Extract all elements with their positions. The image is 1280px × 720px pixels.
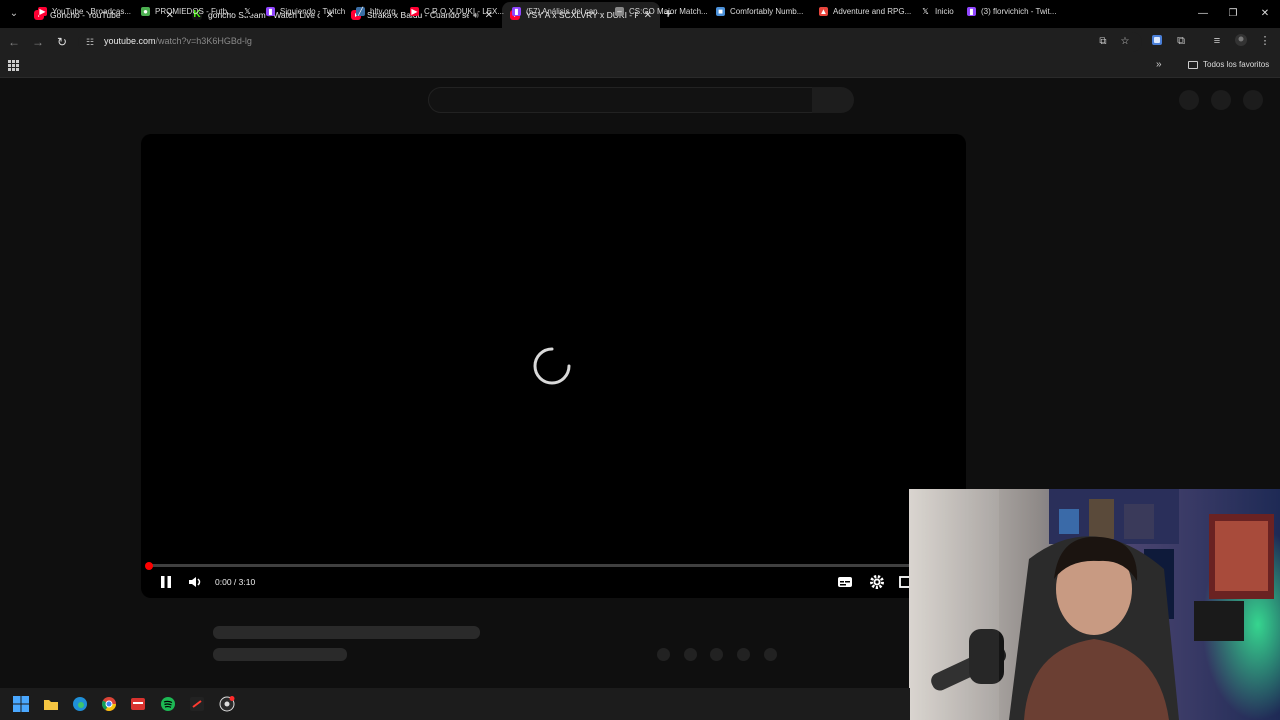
close-window-icon[interactable]: ✕	[1250, 4, 1280, 24]
twitch-icon: ▮	[512, 6, 521, 16]
subtitles-icon	[838, 577, 852, 587]
bookmark-label: PROMIEDOS - Futb...	[155, 6, 234, 16]
webcam-overlay	[909, 489, 1280, 720]
bookmark-item[interactable]: ▮ (57) Análisis del can...	[512, 4, 604, 18]
bookmark-label: CS:GO Major Match...	[629, 6, 708, 16]
scrubber-handle[interactable]	[145, 562, 153, 570]
create-button-placeholder[interactable]	[1179, 90, 1199, 110]
settings-button[interactable]	[868, 573, 886, 591]
apps-grid-icon[interactable]	[8, 60, 20, 72]
extensions-puzzle-icon[interactable]: ⧉	[1174, 34, 1188, 48]
promiedos-icon: ●	[141, 6, 150, 16]
link-icon: –	[615, 6, 624, 16]
action-placeholder	[764, 648, 777, 661]
loading-spinner-icon	[533, 347, 571, 385]
action-placeholder	[657, 648, 670, 661]
streamer-webcam-image	[909, 489, 1280, 720]
bookmark-label: (57) Análisis del can...	[526, 6, 605, 16]
back-icon[interactable]: ←	[6, 34, 22, 50]
bookmark-item[interactable]: 𝕏	[243, 4, 257, 18]
all-bookmarks-label: Todos los favoritos	[1203, 60, 1270, 69]
extension-icon[interactable]	[1150, 34, 1164, 48]
bookmark-item[interactable]: ▶ YouTube - Broadcas...	[38, 4, 131, 18]
star-icon[interactable]: ☆	[1118, 36, 1132, 48]
toolbar: ← → ↻ ☷ youtube.com/watch?v=h3K6HGBd-lg …	[0, 28, 1280, 56]
bookmark-item[interactable]: ▶ C.R.O X DUKI - LEX...	[410, 4, 504, 18]
recording-app-icon[interactable]	[130, 696, 146, 712]
taskbar	[0, 688, 910, 720]
progress-bar[interactable]	[149, 564, 958, 567]
bookmark-item[interactable]: ▲ Adventure and RPG...	[819, 4, 911, 18]
bookmark-item[interactable]: ▮ (3) florvichich - Twit...	[967, 4, 1056, 18]
spotify-icon[interactable]	[160, 696, 176, 712]
streaming-app-icon[interactable]	[189, 696, 205, 712]
url-path: /watch?v=h3K6HGBd-lg	[155, 36, 252, 46]
edge-icon[interactable]	[72, 696, 88, 712]
bookmark-item[interactable]: ▮ Siguiendo - Twitch	[266, 4, 345, 18]
folder-icon	[1188, 60, 1198, 69]
menu-icon[interactable]: ⋮	[1258, 34, 1272, 48]
x-icon: 𝕏	[243, 6, 252, 16]
hltv-icon: ╱	[356, 6, 365, 16]
tab-search-icon[interactable]: ⌄	[6, 6, 22, 22]
restore-icon[interactable]: ❐	[1218, 4, 1248, 24]
more-bookmarks-icon[interactable]: »	[1156, 59, 1162, 70]
bookmark-label: Adventure and RPG...	[833, 6, 912, 16]
install-app-icon[interactable]: ⧉	[1096, 36, 1110, 48]
site-info-icon[interactable]: ☷	[86, 36, 98, 48]
youtube-icon: ▶	[410, 6, 419, 16]
bookmark-label: Siguiendo - Twitch	[280, 6, 346, 16]
search-button-placeholder[interactable]	[812, 87, 854, 113]
pause-button[interactable]	[157, 573, 175, 591]
notifications-placeholder[interactable]	[1211, 90, 1231, 110]
action-placeholder	[710, 648, 723, 661]
subtitles-button[interactable]	[836, 573, 854, 591]
bookmark-label: hltv.org	[370, 6, 396, 16]
bookmark-icon: ■	[716, 6, 725, 16]
media-control-icon[interactable]: ≡	[1210, 34, 1224, 48]
search-input-placeholder[interactable]	[428, 87, 814, 113]
bookmark-label: C.R.O X DUKI - LEX...	[424, 6, 505, 16]
bookmark-label: Comfortably Numb...	[730, 6, 804, 16]
address-bar[interactable]: ☷ youtube.com/watch?v=h3K6HGBd-lg ⧉ ☆	[78, 32, 1142, 52]
url-host: youtube.com	[104, 36, 156, 46]
bookmark-label: Inicio	[935, 6, 954, 16]
gear-icon	[870, 575, 884, 589]
bookmark-label: (3) florvichich - Twit...	[981, 6, 1057, 16]
all-bookmarks-button[interactable]: Todos los favoritos	[1188, 60, 1269, 69]
forward-icon[interactable]: →	[30, 34, 46, 50]
time-display: 0:00 / 3:10	[215, 577, 256, 587]
obs-icon[interactable]	[219, 696, 235, 712]
video-player[interactable]: 0:00 / 3:10	[141, 134, 966, 598]
action-placeholder	[684, 648, 697, 661]
bookmark-item[interactable]: 𝕏 Inicio	[921, 4, 954, 18]
twitch-icon: ▮	[967, 6, 976, 16]
chrome-icon[interactable]	[101, 696, 117, 712]
subtitle-placeholder	[213, 648, 347, 661]
bookmarks-bar	[0, 56, 1280, 78]
bookmark-item[interactable]: ╱ hltv.org	[356, 4, 396, 18]
mute-button[interactable]	[186, 573, 204, 591]
bookmark-item[interactable]: ■ Comfortably Numb...	[716, 4, 803, 18]
avatar-placeholder[interactable]	[1243, 90, 1263, 110]
windows-start-icon[interactable]	[13, 696, 29, 712]
twitch-icon: ▮	[266, 6, 275, 16]
youtube-icon: ▶	[38, 6, 47, 16]
bookmark-item[interactable]: ● PROMIEDOS - Futb...	[141, 4, 234, 18]
file-explorer-icon[interactable]	[43, 696, 59, 712]
game-icon: ▲	[819, 6, 828, 16]
bookmark-label: YouTube - Broadcas...	[52, 6, 132, 16]
pause-icon	[161, 576, 171, 588]
reload-icon[interactable]: ↻	[54, 34, 70, 50]
bookmark-item[interactable]: – CS:GO Major Match...	[615, 4, 708, 18]
profile-avatar[interactable]	[1234, 34, 1248, 48]
url-text: youtube.com/watch?v=h3K6HGBd-lg	[104, 36, 252, 46]
volume-icon	[189, 577, 201, 587]
action-placeholder	[737, 648, 750, 661]
title-placeholder	[213, 626, 480, 639]
minimize-icon[interactable]: —	[1188, 4, 1218, 24]
x-icon: 𝕏	[921, 6, 930, 16]
